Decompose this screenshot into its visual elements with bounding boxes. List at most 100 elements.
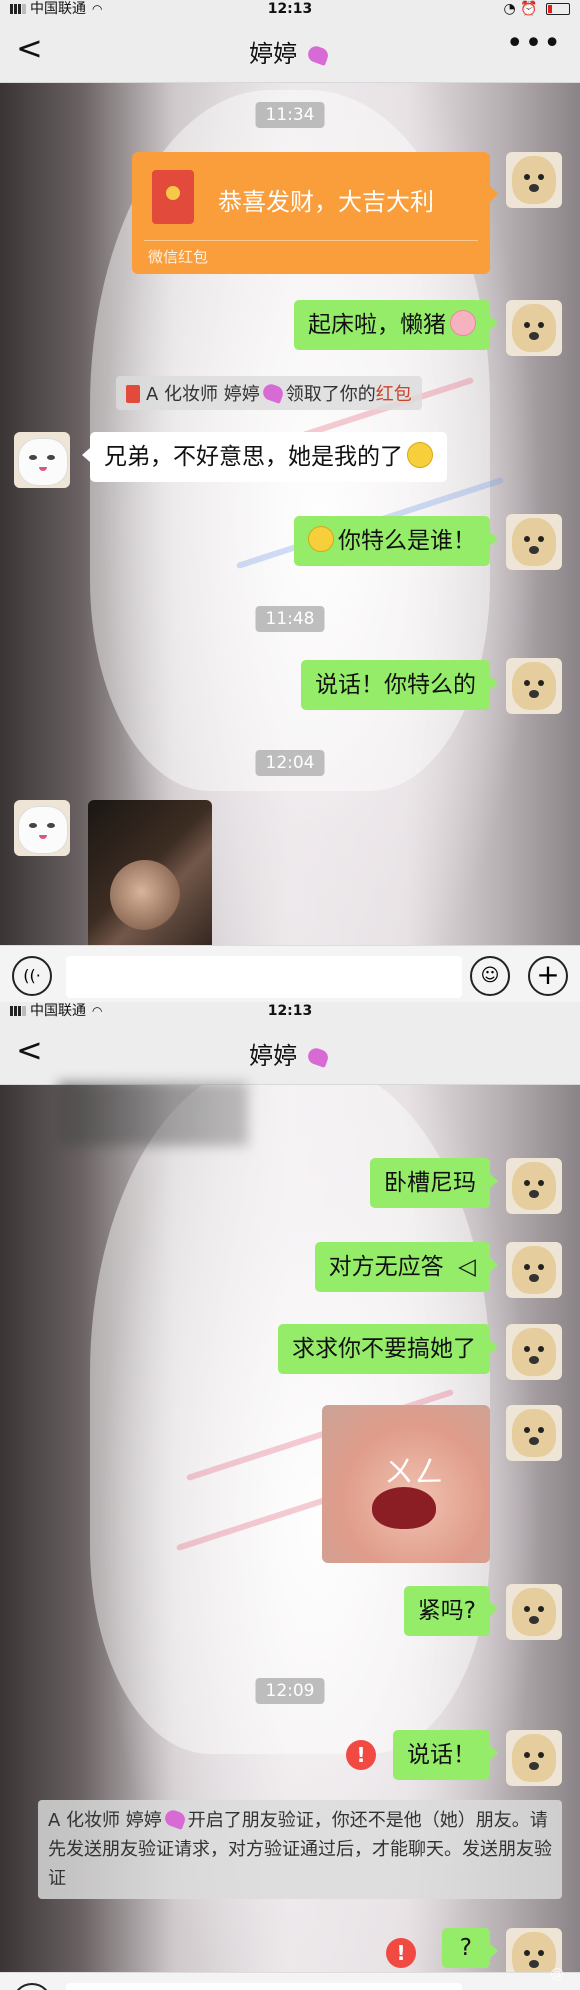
dog-avatar-icon xyxy=(512,1162,556,1210)
message-bubble-outgoing[interactable]: 起床啦，懒猪 xyxy=(294,300,498,350)
red-packet-icon xyxy=(152,170,194,224)
status-time: 12:13 xyxy=(267,1,313,17)
dog-avatar-icon xyxy=(512,662,556,710)
heart-emoji-icon xyxy=(162,1808,187,1830)
dog-avatar-icon xyxy=(512,518,556,566)
dog-avatar-icon xyxy=(512,1328,556,1376)
avatar-me[interactable] xyxy=(506,1730,562,1786)
send-failed-icon[interactable]: ! xyxy=(346,1740,376,1770)
photo-subject xyxy=(110,860,180,930)
message-text: ? xyxy=(459,1935,472,1961)
sticker-image[interactable]: ㄨㄥ xyxy=(322,1405,490,1563)
red-packet-message[interactable]: 恭喜发财，大吉大利 微信红包 xyxy=(132,152,498,274)
chat-title: 婷婷 xyxy=(0,34,580,69)
chat-screenshot-2: 中国联通 ◠ 12:13 < 婷婷 卧槽尼玛 对方无应答 ◁ 求求你不要搞她了 ㄨ… xyxy=(0,1002,580,1990)
chat-title: 婷婷 xyxy=(0,1036,580,1071)
timestamp: 12:04 xyxy=(255,750,325,776)
message-bubble-outgoing[interactable]: 你特么是谁！ xyxy=(294,516,498,566)
chat-wallpaper xyxy=(0,0,580,1002)
send-failed-icon[interactable]: ! xyxy=(386,1938,416,1968)
photo-message[interactable] xyxy=(88,800,212,960)
chat-title-text: 婷婷 xyxy=(249,40,298,68)
pig-emoji-icon xyxy=(450,310,476,336)
message-text: 对方无应答 xyxy=(328,1254,444,1280)
message-text: 你特么是谁！ xyxy=(338,528,476,554)
avatar-me[interactable] xyxy=(506,1324,562,1380)
red-packet-small-icon xyxy=(126,385,140,403)
avatar-me[interactable] xyxy=(506,1242,562,1298)
voice-call-icon: ◁ xyxy=(458,1254,476,1280)
avatar-other[interactable] xyxy=(14,432,70,488)
input-bar: ((· ☺ + xyxy=(0,945,580,1002)
flushed-emoji-icon xyxy=(308,526,334,552)
red-packet-link[interactable]: 红包 xyxy=(376,384,412,405)
status-bar: 中国联通 ◠ 12:13 xyxy=(0,1002,580,1020)
dog-avatar-icon xyxy=(512,304,556,352)
avatar-me[interactable] xyxy=(506,1158,562,1214)
message-text: 说话！ xyxy=(407,1742,476,1768)
notice-text: 领取了你的 xyxy=(285,384,376,405)
system-notice-friend-verification: A 化妆师 婷婷 开启了朋友验证，你还不是他（她）朋友。请先发送朋友验证请求，对方… xyxy=(38,1800,562,1899)
dog-avatar-icon xyxy=(512,1588,556,1636)
message-text: 起床啦，懒猪 xyxy=(308,312,446,338)
chat-screenshot-1: 中国联通 ◠ 12:13 ◔ ⏰ < 婷婷 ••• 11:34 恭喜发财，大吉大利… xyxy=(0,0,580,1002)
message-text: 兄弟，不好意思，她是我的了 xyxy=(104,444,403,470)
nav-bar: < 婷婷 ••• xyxy=(0,18,580,83)
chat-title-text: 婷婷 xyxy=(249,1042,298,1070)
voice-input-icon[interactable]: ((· xyxy=(12,1983,52,1990)
timestamp: 12:09 xyxy=(255,1678,325,1704)
status-bar: 中国联通 ◠ 12:13 ◔ ⏰ xyxy=(0,0,580,18)
message-bubble-outgoing[interactable]: 求求你不要搞她了 xyxy=(278,1324,498,1374)
notice-name: A 化妆师 婷婷 xyxy=(146,384,260,405)
voice-call-bubble[interactable]: 对方无应答 ◁ xyxy=(314,1242,499,1292)
heart-emoji-icon xyxy=(305,44,330,66)
cat-avatar-icon xyxy=(18,438,68,486)
input-bar: ((· xyxy=(0,1972,580,1990)
red-packet-footer: 微信红包 xyxy=(148,248,209,266)
watermark: @ xyxy=(550,1966,564,1982)
message-input[interactable] xyxy=(66,1983,462,1990)
message-bubble-outgoing[interactable]: ? xyxy=(441,1928,499,1968)
plus-icon[interactable]: + xyxy=(528,956,568,996)
grin-emoji-icon xyxy=(407,442,433,468)
message-bubble-outgoing[interactable]: 说话！你特么的 xyxy=(301,660,498,710)
voice-input-icon[interactable]: ((· xyxy=(12,956,52,996)
battery-icon xyxy=(546,3,570,15)
message-text: 紧吗? xyxy=(417,1598,476,1624)
message-input[interactable] xyxy=(66,956,462,998)
message-bubble-outgoing[interactable]: 卧槽尼玛 xyxy=(370,1158,498,1208)
status-right: ◔ ⏰ xyxy=(503,0,570,18)
message-bubble-outgoing[interactable]: 紧吗? xyxy=(403,1586,499,1636)
cat-avatar-icon xyxy=(18,806,68,854)
sticker-mouth xyxy=(372,1487,436,1529)
avatar-me[interactable] xyxy=(506,152,562,208)
dog-avatar-icon xyxy=(512,1409,556,1457)
avatar-other[interactable] xyxy=(14,800,70,856)
emoji-icon[interactable]: ☺ xyxy=(470,956,510,996)
heart-emoji-icon xyxy=(260,382,285,404)
message-text: 说话！你特么的 xyxy=(315,672,476,698)
divider xyxy=(144,240,478,241)
timestamp: 11:48 xyxy=(255,606,325,632)
avatar-me[interactable] xyxy=(506,1584,562,1640)
system-notice-red-packet-claimed: A 化妆师 婷婷 领取了你的红包 xyxy=(116,376,422,410)
message-bubble-incoming[interactable]: 兄弟，不好意思，她是我的了 xyxy=(82,432,447,482)
heart-emoji-icon xyxy=(305,1046,330,1068)
avatar-me[interactable] xyxy=(506,300,562,356)
avatar-me[interactable] xyxy=(506,514,562,570)
red-packet-greeting: 恭喜发财，大吉大利 xyxy=(218,188,434,216)
dog-avatar-icon xyxy=(512,156,556,204)
blurred-region xyxy=(58,1082,248,1146)
dog-avatar-icon xyxy=(512,1246,556,1294)
dog-avatar-icon xyxy=(512,1734,556,1782)
timestamp: 11:34 xyxy=(255,102,325,128)
message-bubble-outgoing[interactable]: 说话！ xyxy=(393,1730,498,1780)
sticker-text: ㄨㄥ xyxy=(384,1455,444,1490)
message-text: 求求你不要搞她了 xyxy=(292,1336,476,1362)
more-options-icon[interactable]: ••• xyxy=(506,26,562,61)
avatar-me[interactable] xyxy=(506,1405,562,1461)
avatar-me[interactable] xyxy=(506,658,562,714)
status-time: 12:13 xyxy=(267,1003,313,1019)
notice-name: A 化妆师 婷婷 xyxy=(48,1810,162,1831)
nav-bar: < 婷婷 xyxy=(0,1020,580,1085)
